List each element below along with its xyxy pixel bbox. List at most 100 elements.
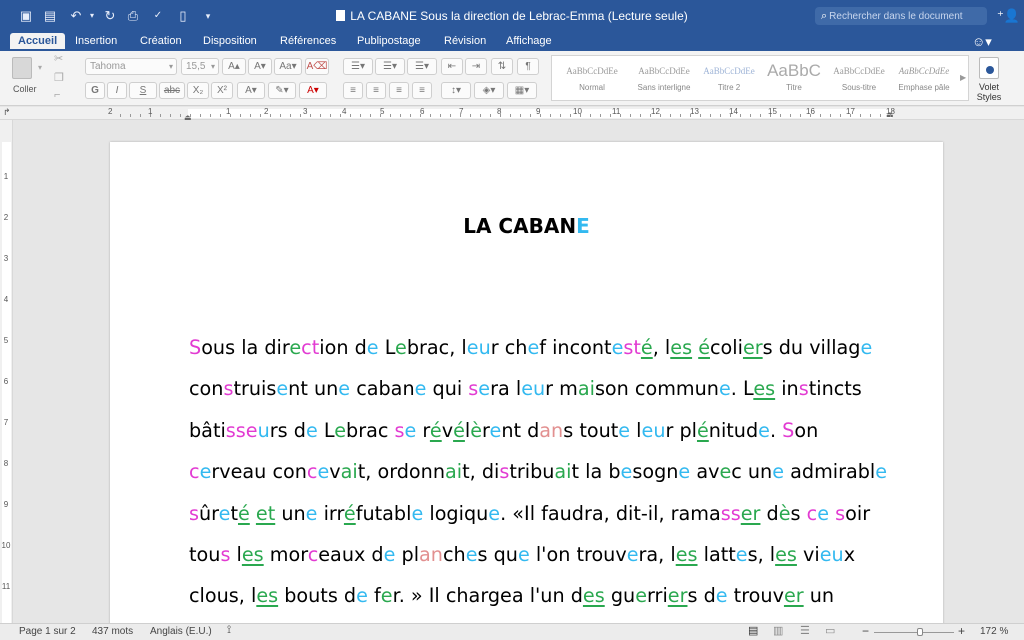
justify-button[interactable]: ≡: [412, 82, 432, 99]
style-name: Emphase pâle: [898, 83, 950, 92]
text-run: r. » Il chargea l'un d: [392, 584, 583, 608]
ruler-tick: [130, 114, 131, 117]
redo-icon[interactable]: ↻: [102, 8, 118, 24]
style-emphase-pale[interactable]: AaBbCcDdEe Emphase pâle: [892, 59, 956, 99]
ruler-tick: [330, 114, 331, 117]
style-titre[interactable]: AaBbC Titre: [762, 59, 826, 99]
tab-revision[interactable]: Révision: [436, 33, 494, 51]
clear-formatting-button[interactable]: A⌫: [305, 58, 329, 75]
shading-button[interactable]: ◈▾: [474, 82, 504, 99]
sort-button[interactable]: ⇅: [491, 58, 513, 75]
spellcheck-icon[interactable]: ✓: [150, 8, 166, 24]
multilevel-list-button[interactable]: ☰▾: [407, 58, 437, 75]
ruler-tick: [810, 114, 811, 117]
tab-creation[interactable]: Création: [132, 33, 190, 51]
sidebar-toggle-icon[interactable]: ▣: [18, 8, 34, 24]
borders-button[interactable]: ▦▾: [507, 82, 537, 99]
styles-pane-button[interactable]: Volet Styles: [972, 55, 1006, 102]
italic-button[interactable]: I: [107, 82, 127, 99]
font-color-button[interactable]: A▾: [299, 82, 327, 99]
align-center-button[interactable]: ≡: [366, 82, 386, 99]
text-run: L: [317, 418, 335, 442]
web-layout-view-icon[interactable]: ▥: [773, 624, 783, 637]
save-icon[interactable]: ▤: [42, 8, 58, 24]
search-icon: ⌕: [821, 10, 828, 22]
customize-toolbar-icon[interactable]: ▾: [200, 8, 216, 24]
tab-stop-icon[interactable]: ↱: [3, 107, 11, 118]
share-icon[interactable]: ⁺👤: [997, 8, 1020, 24]
tab-references[interactable]: Références: [272, 33, 344, 51]
print-layout-view-icon[interactable]: ▤: [748, 624, 758, 637]
print-icon[interactable]: ⎙: [125, 8, 141, 24]
underline-button[interactable]: S: [129, 82, 157, 99]
text-run: on: [794, 418, 819, 442]
draft-view-icon[interactable]: ▭: [825, 624, 835, 637]
subscript-button[interactable]: X₂: [187, 82, 209, 99]
vertical-ruler-number: 3: [3, 254, 9, 263]
text-run: eu: [641, 418, 666, 442]
style-normal[interactable]: AaBbCcDdEe Normal: [560, 59, 624, 99]
copy-icon[interactable]: ❐: [54, 71, 64, 84]
undo-icon[interactable]: ↶: [68, 8, 84, 24]
zoom-slider-track[interactable]: [874, 632, 954, 633]
change-case-button[interactable]: Aa▾: [274, 58, 302, 75]
vertical-ruler-number: 9: [3, 500, 9, 509]
ruler-tick: [310, 114, 311, 117]
text-run: v: [329, 460, 341, 484]
zoom-slider-knob[interactable]: [917, 628, 923, 636]
text-run: rs d: [269, 418, 306, 442]
new-document-icon[interactable]: ▯: [175, 8, 191, 24]
font-name-select[interactable]: Tahoma: [85, 58, 177, 75]
font-size-select[interactable]: 15,5: [181, 58, 219, 75]
tab-insertion[interactable]: Insertion: [67, 33, 125, 51]
page-count[interactable]: Page 1 sur 2: [19, 626, 76, 637]
zoom-out-icon[interactable]: −: [862, 624, 869, 638]
word-count[interactable]: 437 mots: [92, 626, 133, 637]
highlight-color-button[interactable]: ✎▾: [268, 82, 296, 99]
bullets-button[interactable]: ☰▾: [343, 58, 373, 75]
superscript-button[interactable]: X²: [211, 82, 233, 99]
bold-button[interactable]: G: [85, 82, 105, 99]
ruler-tick: [290, 114, 291, 117]
zoom-in-icon[interactable]: +: [958, 624, 965, 638]
vertical-ruler[interactable]: 1 2 3 4 5 6 7 8 9 10 11: [0, 120, 13, 623]
shrink-font-button[interactable]: A▾: [248, 58, 272, 75]
decrease-indent-button[interactable]: ⇤: [441, 58, 463, 75]
show-formatting-button[interactable]: ¶: [517, 58, 539, 75]
tab-affichage[interactable]: Affichage: [498, 33, 560, 51]
format-painter-icon[interactable]: ⌐: [54, 89, 60, 101]
numbering-button[interactable]: ☰▾: [375, 58, 405, 75]
text-effects-button[interactable]: A▾: [237, 82, 265, 99]
style-sous-titre[interactable]: AaBbCcDdEe Sous-titre: [827, 59, 891, 99]
strikethrough-button[interactable]: abc: [159, 82, 185, 99]
search-input[interactable]: ⌕ Rechercher dans le document: [815, 7, 987, 25]
ruler-tick: [170, 114, 171, 117]
document-paragraph[interactable]: Sous la direction de Lebrac, leur chef i…: [189, 327, 909, 617]
style-titre-2[interactable]: AaBbCcDdEe Titre 2: [697, 59, 761, 99]
paste-dropdown-icon[interactable]: ▾: [38, 63, 42, 72]
grow-font-button[interactable]: A▴: [222, 58, 246, 75]
text-run: es: [256, 584, 279, 608]
zoom-level[interactable]: 172 %: [980, 626, 1008, 637]
line-spacing-button[interactable]: ↕▾: [441, 82, 471, 99]
undo-dropdown-icon[interactable]: ▾: [84, 8, 100, 24]
track-changes-icon[interactable]: ⟟: [227, 624, 231, 637]
tab-publipostage[interactable]: Publipostage: [349, 33, 429, 51]
language-indicator[interactable]: Anglais (E.U.): [150, 626, 212, 637]
gallery-next-icon[interactable]: ▶: [960, 73, 966, 82]
document-canvas[interactable]: LA CABANE Sous la direction de Lebrac, l…: [13, 120, 1024, 623]
tab-disposition[interactable]: Disposition: [195, 33, 265, 51]
align-left-button[interactable]: ≡: [343, 82, 363, 99]
text-run: es: [775, 542, 797, 566]
style-sans-interligne[interactable]: AaBbCcDdEe Sans interligne: [632, 59, 696, 99]
paste-icon[interactable]: [12, 57, 32, 79]
align-right-button[interactable]: ≡: [389, 82, 409, 99]
tab-accueil[interactable]: Accueil: [10, 33, 66, 51]
text-run: tribu: [509, 460, 555, 484]
document-page[interactable]: LA CABANE Sous la direction de Lebrac, l…: [110, 142, 943, 623]
feedback-smiley-icon[interactable]: ☺▾: [972, 34, 992, 50]
horizontal-ruler[interactable]: ↱ ⏏ ⏏ 21123456789101112131415161718: [0, 107, 1024, 122]
outline-view-icon[interactable]: ☰: [800, 624, 810, 637]
increase-indent-button[interactable]: ⇥: [465, 58, 487, 75]
cut-icon[interactable]: ✂: [54, 52, 63, 65]
